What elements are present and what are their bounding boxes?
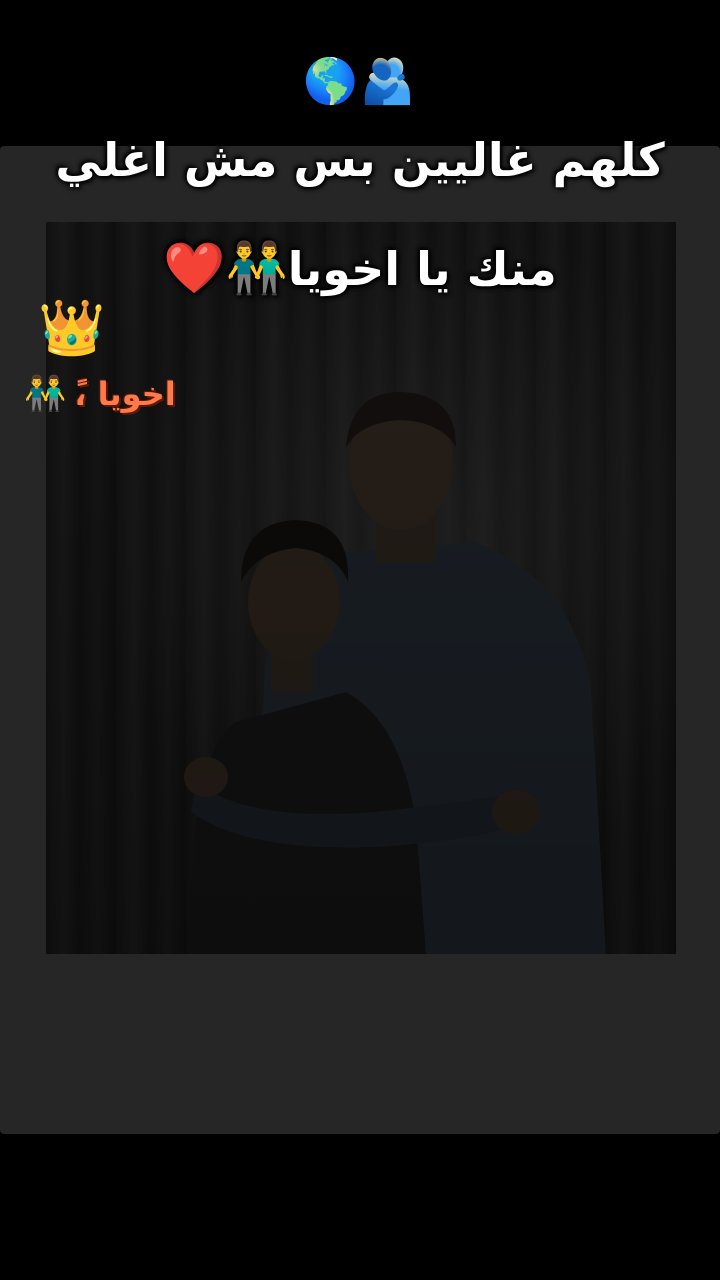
brothers-heart-emoji: 👬❤️ xyxy=(163,239,288,297)
sticker-label: اخويا ،ً xyxy=(74,375,176,413)
header-emoji: 🌎🫂 xyxy=(303,56,417,107)
brother-sticker: 👬 اخويا ،ً xyxy=(24,366,176,422)
photo-dim-overlay xyxy=(46,222,676,954)
brothers-photo xyxy=(46,222,676,954)
caption-line-2: منك يا اخويا👬❤️ xyxy=(0,236,720,301)
caption-line-2-text: منك يا اخويا xyxy=(287,242,557,296)
story-screen: 🌎🫂 كلهم غاليين بس مش اغلي منك يا اخويا👬❤… xyxy=(0,0,720,1280)
caption-line-1: كلهم غاليين بس مش اغلي xyxy=(55,133,665,187)
crown-icon: 👑 xyxy=(38,296,106,359)
two-men-icon: 👬 xyxy=(24,374,67,414)
